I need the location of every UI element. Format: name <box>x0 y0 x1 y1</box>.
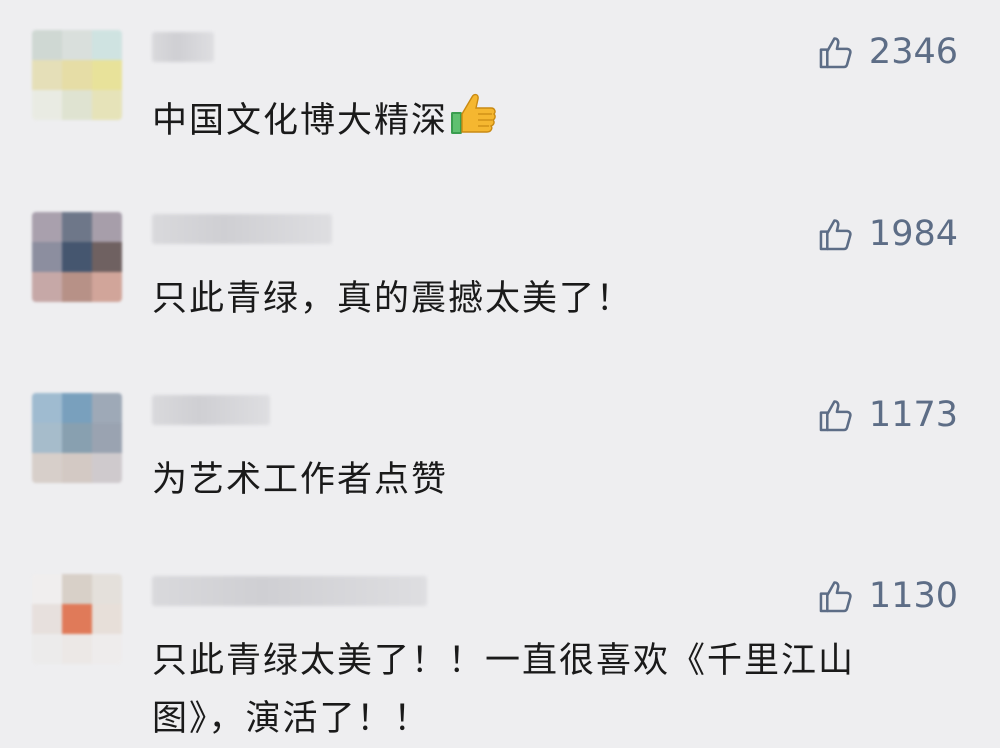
username-blurred[interactable] <box>152 395 270 425</box>
avatar-pixel <box>92 60 122 90</box>
avatar-pixel <box>62 423 92 453</box>
avatar-pixel <box>32 393 62 423</box>
avatar-pixel <box>62 574 92 604</box>
avatar-pixel <box>62 272 92 302</box>
username-blurred[interactable] <box>152 32 214 62</box>
username-blurred[interactable] <box>152 576 427 606</box>
avatar[interactable] <box>32 30 122 120</box>
avatar-pixel <box>32 634 62 664</box>
avatar[interactable] <box>32 393 122 483</box>
like-count: 1173 <box>868 395 958 435</box>
thumbs-up-icon <box>819 400 852 432</box>
avatar-pixel <box>92 634 122 664</box>
avatar-pixel <box>92 423 122 453</box>
avatar-pixel <box>62 393 92 423</box>
thumbs-up-emoji-icon <box>451 93 496 134</box>
avatar-pixel <box>62 212 92 242</box>
avatar-pixel <box>32 272 62 302</box>
avatar-pixel <box>92 90 122 120</box>
avatar-pixel <box>32 604 62 634</box>
like-button[interactable]: 1173 <box>817 395 958 435</box>
like-count: 1130 <box>868 576 958 616</box>
avatar-pixel <box>92 30 122 60</box>
avatar[interactable] <box>32 212 122 302</box>
avatar-pixel <box>32 30 62 60</box>
avatar-pixel <box>32 90 62 120</box>
username-blurred[interactable] <box>152 214 332 244</box>
like-count: 2346 <box>868 32 958 72</box>
avatar-pixel <box>62 90 92 120</box>
avatar-pixel <box>32 453 62 483</box>
thumbs-up-icon <box>819 219 852 251</box>
avatar-pixel <box>92 242 122 272</box>
avatar-pixel <box>92 604 122 634</box>
avatar-pixel <box>92 212 122 242</box>
thumbs-up-icon <box>819 37 852 69</box>
avatar[interactable] <box>32 574 122 664</box>
avatar-pixel <box>62 60 92 90</box>
avatar-pixel <box>62 604 92 634</box>
avatar-pixel <box>92 453 122 483</box>
avatar-pixel <box>32 574 62 604</box>
avatar-pixel <box>92 272 122 302</box>
avatar-pixel <box>62 30 92 60</box>
comment-text: 只此青绿，真的震撼太美了！ <box>152 279 634 319</box>
comment-text: 只此青绿太美了！！一直很喜欢《千里江山图》，演活了！！ <box>152 641 856 739</box>
avatar-pixel <box>32 60 62 90</box>
like-button[interactable]: 2346 <box>817 32 958 72</box>
avatar-pixel <box>62 453 92 483</box>
comment-text: 为艺术工作者点赞 <box>152 460 449 500</box>
comment-text: 中国文化博大精深 <box>152 88 932 150</box>
avatar-pixel <box>92 393 122 423</box>
avatar-pixel <box>32 423 62 453</box>
avatar-pixel <box>92 574 122 604</box>
avatar-pixel <box>32 212 62 242</box>
like-count: 1984 <box>868 214 958 254</box>
avatar-pixel <box>32 242 62 272</box>
like-button[interactable]: 1984 <box>817 214 958 254</box>
avatar-pixel <box>62 634 92 664</box>
like-button[interactable]: 1130 <box>817 576 958 616</box>
thumbs-up-icon <box>819 581 852 613</box>
avatar-pixel <box>62 242 92 272</box>
